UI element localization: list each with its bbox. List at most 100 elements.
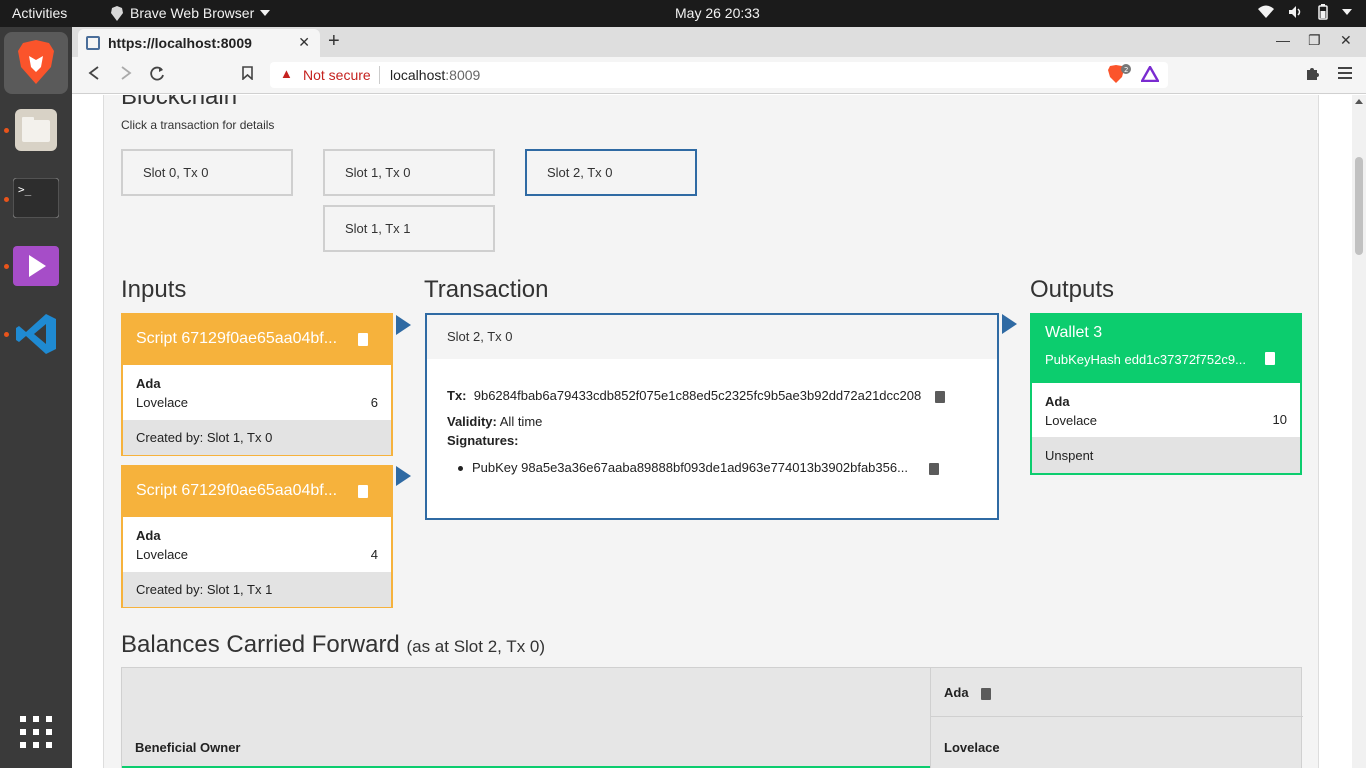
currency-column-header: Ada bbox=[944, 685, 992, 700]
input-card-header: Script 67129f0ae65aa04bf... bbox=[123, 315, 391, 365]
brave-rewards-icon bbox=[1139, 64, 1161, 83]
script-hash: Script 67129f0ae65aa04bf... bbox=[136, 482, 338, 499]
unit-column-header: Lovelace bbox=[944, 740, 1000, 755]
currency-label: Ada bbox=[136, 528, 161, 543]
blockchain-hint: Click a transaction for details bbox=[121, 118, 275, 132]
clipboard-icon[interactable] bbox=[928, 462, 939, 475]
terminal-launcher[interactable]: >_ bbox=[11, 173, 61, 223]
security-status[interactable]: Not secure bbox=[303, 67, 371, 83]
tab-title: https://localhost:8009 bbox=[108, 35, 252, 51]
input-card-value: Ada Lovelace 4 bbox=[123, 517, 391, 572]
media-player-launcher[interactable] bbox=[11, 241, 61, 291]
warning-icon[interactable]: ▲ bbox=[280, 66, 293, 81]
url-port: :8009 bbox=[445, 67, 481, 83]
tx-button-slot1-tx0[interactable]: Slot 1, Tx 0 bbox=[323, 149, 495, 196]
amount-value: 10 bbox=[1272, 412, 1287, 427]
balances-heading: Balances Carried Forward bbox=[121, 631, 400, 658]
running-indicator bbox=[4, 128, 9, 133]
close-window-button[interactable]: ✕ bbox=[1340, 32, 1352, 49]
app-menu[interactable]: Brave Web Browser bbox=[110, 5, 271, 21]
tx-button-slot0-tx0[interactable]: Slot 0, Tx 0 bbox=[121, 149, 293, 196]
amount-value: 4 bbox=[370, 547, 378, 562]
balances-table: Beneficial Owner Ada Lovelace bbox=[121, 667, 1303, 768]
balances-subtitle: (as at Slot 2, Tx 0) bbox=[406, 637, 546, 656]
extensions-button[interactable] bbox=[1305, 66, 1320, 86]
back-button[interactable] bbox=[88, 66, 100, 85]
terminal-icon: >_ bbox=[13, 178, 59, 218]
tx-button-slot2-tx0[interactable]: Slot 2, Tx 0 bbox=[525, 149, 697, 196]
close-tab-icon[interactable]: ✕ bbox=[298, 34, 310, 51]
unit-label: Lovelace bbox=[1045, 413, 1098, 428]
chevron-down-icon bbox=[260, 10, 271, 16]
page-scrollbar[interactable] bbox=[1352, 95, 1366, 768]
row-divider bbox=[931, 716, 1303, 717]
browser-toolbar: ▲ Not secure localhost:8009 2 bbox=[72, 57, 1366, 94]
input-card[interactable]: Script 67129f0ae65aa04bf... Ada Lovelace… bbox=[121, 313, 393, 456]
tab-localhost[interactable]: https://localhost:8009 ✕ bbox=[78, 29, 320, 57]
brave-browser-launcher[interactable] bbox=[11, 37, 61, 87]
app-grid-icon bbox=[20, 716, 52, 748]
minimize-button[interactable]: — bbox=[1276, 32, 1290, 48]
new-tab-button[interactable]: + bbox=[328, 30, 340, 53]
output-card-value: Ada Lovelace 10 bbox=[1032, 383, 1300, 437]
address-bar[interactable]: ▲ Not secure localhost:8009 bbox=[270, 62, 1168, 88]
svg-text:>_: >_ bbox=[18, 183, 32, 196]
brave-rewards-button[interactable] bbox=[1139, 64, 1161, 87]
show-applications-button[interactable] bbox=[11, 707, 61, 757]
scroll-up-arrow-icon[interactable] bbox=[1355, 99, 1363, 104]
script-hash: Script 67129f0ae65aa04bf... bbox=[136, 330, 338, 347]
chevron-down-icon bbox=[1342, 9, 1352, 15]
play-icon bbox=[13, 246, 59, 286]
unit-label: Lovelace bbox=[136, 395, 189, 410]
tx-button-slot1-tx1[interactable]: Slot 1, Tx 1 bbox=[323, 205, 495, 252]
brave-lion-icon bbox=[18, 40, 54, 84]
output-card[interactable]: Wallet 3 PubKeyHash edd1c37372f752c9... … bbox=[1030, 313, 1302, 475]
signatures-heading: Signatures: bbox=[447, 433, 519, 448]
maximize-button[interactable]: ❐ bbox=[1308, 32, 1321, 49]
flow-arrow-icon bbox=[396, 315, 411, 335]
created-by[interactable]: Created by: Slot 1, Tx 0 bbox=[123, 420, 391, 455]
input-card[interactable]: Script 67129f0ae65aa04bf... Ada Lovelace… bbox=[121, 465, 393, 608]
tx-label: Tx: bbox=[447, 388, 467, 403]
created-by[interactable]: Created by: Slot 1, Tx 1 bbox=[123, 572, 391, 607]
input-card-header: Script 67129f0ae65aa04bf... bbox=[123, 467, 391, 517]
reload-button[interactable] bbox=[150, 66, 165, 86]
app-menu-label: Brave Web Browser bbox=[130, 5, 255, 21]
clipboard-icon[interactable] bbox=[358, 485, 368, 498]
signatures-label: Signatures: bbox=[447, 433, 519, 448]
forward-button[interactable] bbox=[120, 66, 132, 85]
flow-arrow-icon bbox=[1002, 314, 1017, 334]
validity-row: Validity: All time bbox=[447, 414, 542, 429]
clock[interactable]: May 26 20:33 bbox=[675, 5, 760, 21]
activities-button[interactable]: Activities bbox=[12, 5, 67, 21]
shields-count: 2 bbox=[1124, 66, 1128, 74]
column-divider bbox=[930, 668, 931, 768]
menu-button[interactable] bbox=[1338, 66, 1352, 84]
clipboard-icon[interactable] bbox=[358, 333, 368, 346]
url-text[interactable]: localhost:8009 bbox=[390, 67, 480, 83]
clipboard-icon[interactable] bbox=[981, 687, 992, 700]
files-launcher[interactable] bbox=[11, 105, 61, 155]
output-status: Unspent bbox=[1032, 437, 1300, 473]
system-top-bar: Activities Brave Web Browser May 26 20:3… bbox=[0, 0, 1366, 27]
system-tray[interactable] bbox=[1258, 4, 1352, 20]
page-viewport: Blockchain Click a transaction for detai… bbox=[72, 95, 1352, 768]
tab-bar: https://localhost:8009 ✕ + — ❐ ✕ bbox=[72, 27, 1366, 57]
blockchain-title: Blockchain bbox=[121, 95, 238, 110]
bookmark-button[interactable] bbox=[242, 66, 253, 85]
battery-icon bbox=[1318, 4, 1328, 20]
unit-label: Lovelace bbox=[136, 547, 189, 562]
clipboard-icon[interactable] bbox=[934, 390, 945, 403]
tx-hash-row: Tx: 9b6284fbab6a79433cdb852f075e1c88ed5c… bbox=[447, 388, 945, 403]
transaction-title: Transaction bbox=[424, 276, 549, 303]
validity-label: Validity: bbox=[447, 414, 497, 429]
signature-pubkey: PubKey 98a5e3a36e67aaba89888bf093de1ad96… bbox=[472, 460, 908, 475]
dock: >_ bbox=[0, 27, 72, 768]
flow-arrow-icon bbox=[396, 466, 411, 486]
vscode-launcher[interactable] bbox=[11, 309, 61, 359]
hamburger-menu-icon bbox=[1338, 67, 1352, 79]
output-card-header: Wallet 3 PubKeyHash edd1c37372f752c9... bbox=[1032, 315, 1300, 383]
clipboard-icon[interactable] bbox=[1265, 352, 1275, 365]
scrollbar-thumb[interactable] bbox=[1355, 157, 1363, 255]
brave-shields-button[interactable]: 2 bbox=[1108, 64, 1132, 89]
